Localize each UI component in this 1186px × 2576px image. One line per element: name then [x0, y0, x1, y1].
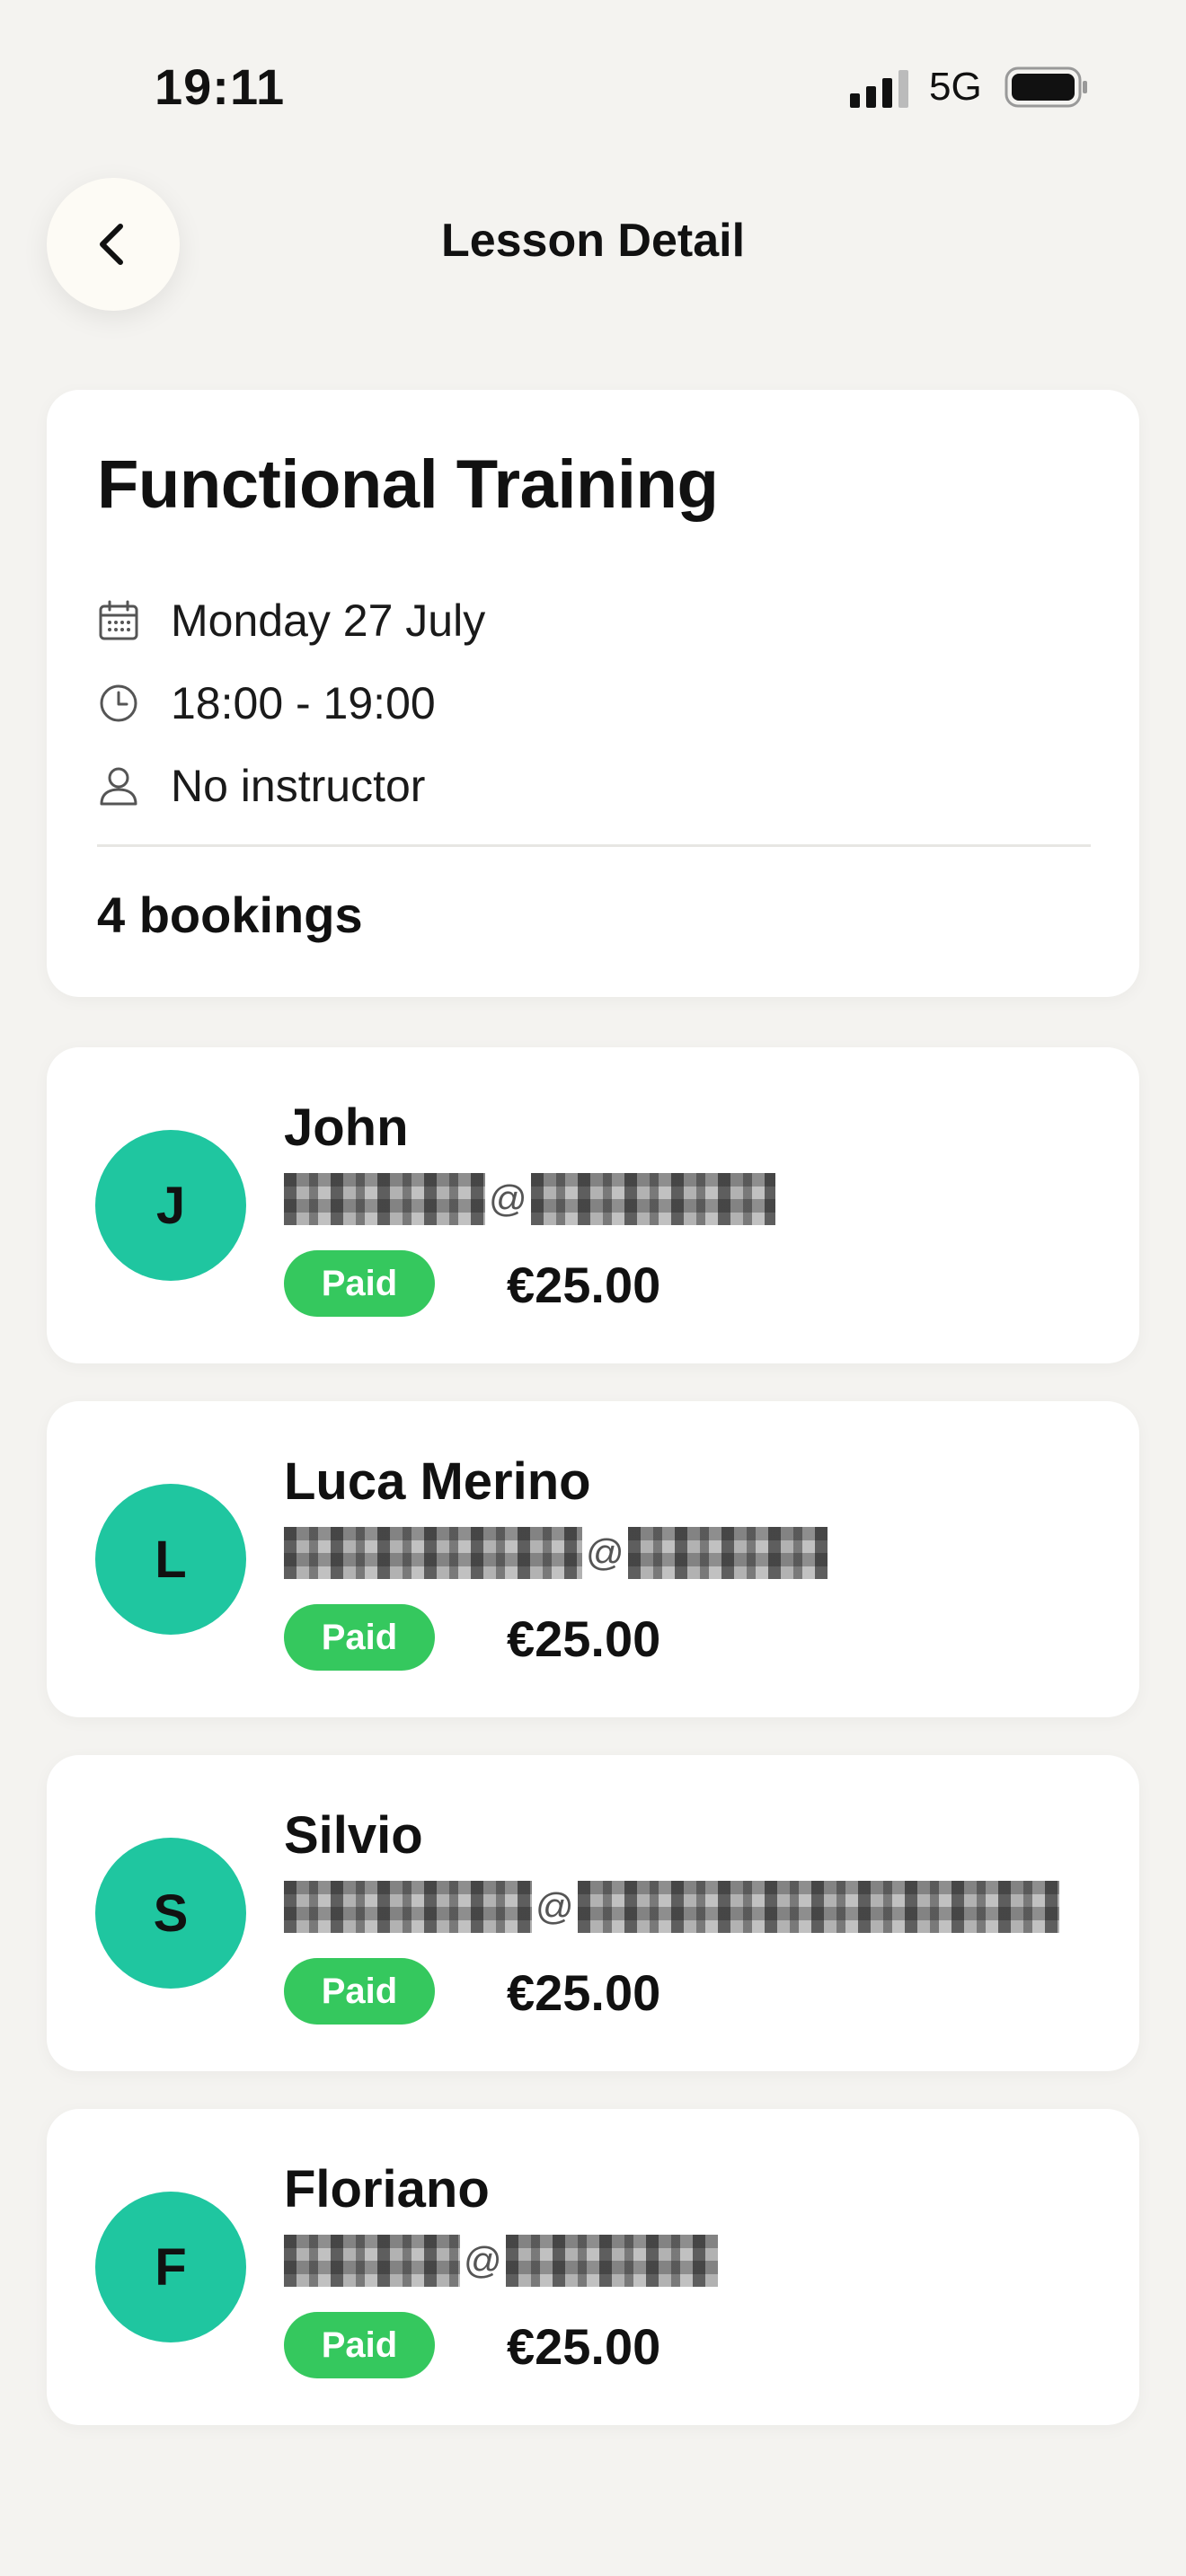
avatar: F: [95, 2192, 246, 2342]
redacted-block: [284, 1173, 485, 1225]
booking-email-redacted: @: [284, 1881, 1059, 1933]
booking-price: €25.00: [507, 1964, 661, 2021]
email-at-sign: @: [586, 1531, 624, 1574]
booking-card[interactable]: J John @ Paid €25.00: [47, 1047, 1139, 1363]
redacted-block: [284, 1881, 532, 1933]
calendar-icon: [97, 599, 140, 642]
redacted-block: [530, 1173, 775, 1225]
status-time: 19:11: [155, 58, 286, 115]
bookings-count: 4 bookings: [97, 887, 363, 943]
clock-icon: [97, 682, 140, 725]
paid-badge: Paid: [284, 1958, 435, 2025]
redacted-block: [577, 1881, 1059, 1933]
booking-name: John: [284, 1098, 409, 1157]
email-at-sign: @: [535, 1885, 574, 1928]
booking-card[interactable]: L Luca Merino @ Paid €25.00: [47, 1401, 1139, 1717]
lesson-date-row: Monday 27 July: [97, 589, 485, 652]
avatar: J: [95, 1130, 246, 1281]
booking-email-redacted: @: [284, 1527, 828, 1579]
lesson-date: Monday 27 July: [171, 595, 486, 646]
redacted-block: [627, 1527, 828, 1579]
page-title: Lesson Detail: [440, 215, 746, 267]
booking-price: €25.00: [507, 1257, 661, 1313]
redacted-block: [284, 2235, 460, 2287]
booking-email-redacted: @: [284, 1173, 775, 1225]
signal-icon: [850, 70, 908, 108]
booking-price: €25.00: [507, 1610, 661, 1667]
paid-badge: Paid: [284, 1250, 435, 1317]
network-label: 5G: [929, 65, 982, 109]
battery-icon: [1005, 66, 1087, 108]
email-at-sign: @: [464, 2239, 502, 2281]
lesson-time-row: 18:00 - 19:00: [97, 672, 436, 735]
avatar: S: [95, 1838, 246, 1989]
redacted-block: [505, 2235, 718, 2287]
booking-name: Silvio: [284, 1806, 423, 1865]
paid-badge: Paid: [284, 1604, 435, 1671]
lesson-title: Functional Training: [97, 446, 719, 523]
booking-name: Floriano: [284, 2160, 490, 2219]
booking-card[interactable]: S Silvio @ Paid €25.00: [47, 1755, 1139, 2071]
lesson-instructor-row: No instructor: [97, 754, 425, 817]
lesson-time: 18:00 - 19:00: [171, 678, 436, 728]
booking-email-redacted: @: [284, 2235, 718, 2287]
booking-name: Luca Merino: [284, 1452, 591, 1511]
person-icon: [97, 764, 140, 807]
email-at-sign: @: [489, 1178, 527, 1220]
booking-price: €25.00: [507, 2318, 661, 2375]
booking-card[interactable]: F Floriano @ Paid €25.00: [47, 2109, 1139, 2425]
avatar: L: [95, 1484, 246, 1635]
redacted-block: [284, 1527, 582, 1579]
divider: [97, 844, 1091, 847]
paid-badge: Paid: [284, 2312, 435, 2378]
lesson-instructor: No instructor: [171, 761, 426, 811]
lesson-summary-card: Functional Training Monday 27 July 18:00…: [47, 390, 1139, 997]
status-bar: 19:11 5G: [0, 0, 1186, 153]
